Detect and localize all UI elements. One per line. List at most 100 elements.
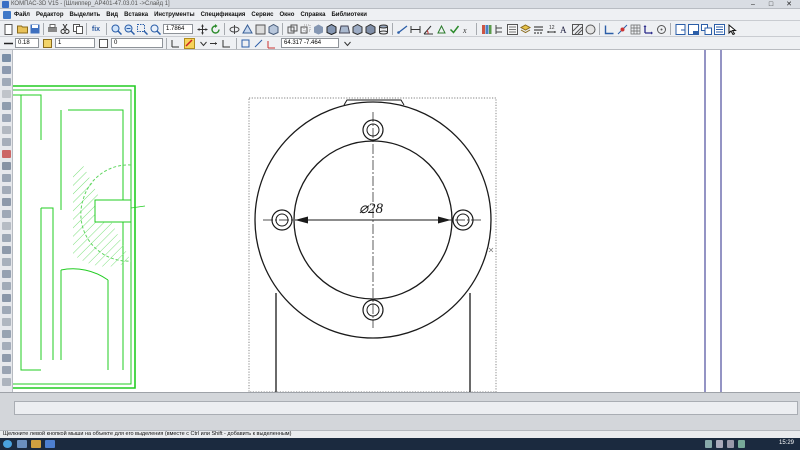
box-3d-icon[interactable]	[364, 23, 376, 35]
cursor-coords-icon[interactable]	[266, 38, 277, 49]
spec-panel-icon[interactable]	[2, 138, 11, 146]
color-icon[interactable]	[584, 23, 596, 35]
close-button[interactable]: ✕	[780, 0, 798, 8]
ortho-icon[interactable]	[221, 38, 232, 49]
zoom-window-icon[interactable]	[136, 23, 148, 35]
style-field[interactable]: 0.18	[15, 38, 39, 48]
notation-panel-icon[interactable]	[2, 78, 11, 86]
arc-tool-icon[interactable]	[2, 210, 11, 218]
variables-icon[interactable]: x	[461, 23, 473, 35]
cylinder-icon[interactable]	[377, 23, 389, 35]
reports-panel-icon[interactable]	[2, 150, 11, 158]
cursor-step-icon[interactable]	[208, 38, 219, 49]
polygon-tool-icon[interactable]	[2, 258, 11, 266]
dimensions-panel-icon[interactable]	[2, 66, 11, 74]
help-pointer-icon[interactable]	[726, 23, 738, 35]
tray-sound-icon[interactable]	[716, 440, 723, 448]
parametrization-panel-icon[interactable]	[2, 102, 11, 110]
menu-help[interactable]: Справка	[300, 12, 325, 18]
cursor-coordinates-field[interactable]: 64.317 -7.464	[281, 38, 339, 48]
document-menu-icon[interactable]	[3, 10, 11, 19]
snap-settings-icon[interactable]	[184, 38, 195, 49]
view-iso-icon[interactable]	[267, 23, 279, 35]
fillet-tool-icon[interactable]	[2, 282, 11, 290]
new-document-icon[interactable]	[3, 23, 15, 35]
insert-panel-icon[interactable]	[2, 162, 11, 170]
contour-tool-icon[interactable]	[2, 306, 11, 314]
drawing-canvas[interactable]: ⌀28	[13, 50, 800, 392]
layer-field[interactable]: 1	[55, 38, 95, 48]
menu-service[interactable]: Сервис	[251, 12, 273, 18]
state-field[interactable]: 0	[111, 38, 163, 48]
edit-panel-icon[interactable]	[2, 90, 11, 98]
perspective-icon[interactable]	[338, 23, 350, 35]
sheet-icon[interactable]	[674, 23, 686, 35]
menu-window[interactable]: Окно	[279, 12, 294, 18]
taskbar-app-folder-icon[interactable]	[31, 440, 41, 448]
zoom-factor-field[interactable]: 1.7864	[163, 24, 193, 34]
cut-icon[interactable]	[59, 23, 71, 35]
local-cs-icon[interactable]	[642, 23, 654, 35]
circle-tool-icon[interactable]	[2, 198, 11, 206]
ortho-mode-icon[interactable]	[603, 23, 615, 35]
distance-icon[interactable]	[409, 23, 421, 35]
menu-insert[interactable]: Вставка	[124, 12, 148, 18]
round-coords-icon[interactable]	[655, 23, 667, 35]
menu-select[interactable]: Выделить	[70, 12, 101, 18]
shaded-edges-icon[interactable]	[325, 23, 337, 35]
dimension-style-icon[interactable]: 12	[545, 23, 557, 35]
tree-icon[interactable]	[493, 23, 505, 35]
section-view-icon[interactable]	[351, 23, 363, 35]
taskbar-app-explorer-icon[interactable]	[17, 440, 27, 448]
properties-panel-content[interactable]	[14, 401, 798, 415]
snap-icon[interactable]	[616, 23, 628, 35]
start-button[interactable]	[3, 440, 12, 448]
rectangle-tool-icon[interactable]	[2, 246, 11, 254]
mass-properties-icon[interactable]	[435, 23, 447, 35]
angle-icon[interactable]	[422, 23, 434, 35]
side-view-selected[interactable]	[13, 85, 146, 389]
zoom-in-icon[interactable]	[110, 23, 122, 35]
pan-icon[interactable]	[196, 23, 208, 35]
rotate-view-icon[interactable]	[228, 23, 240, 35]
measure-icon[interactable]	[396, 23, 408, 35]
constraint-icon[interactable]	[253, 38, 264, 49]
equidistant-tool-icon[interactable]	[2, 330, 11, 338]
coords-dropdown-icon[interactable]	[342, 38, 353, 49]
chamfer-tool-icon[interactable]	[2, 270, 11, 278]
ellipse-tool-icon[interactable]	[2, 222, 11, 230]
geometry-panel-icon[interactable]	[2, 54, 11, 62]
maximize-button[interactable]: □	[762, 0, 780, 8]
text-style-icon[interactable]: A	[558, 23, 570, 35]
point-tool-icon[interactable]	[2, 174, 11, 182]
zoom-out-icon[interactable]	[123, 23, 135, 35]
print-icon[interactable]	[46, 23, 58, 35]
tray-power-icon[interactable]	[738, 440, 745, 448]
copy-icon[interactable]	[72, 23, 84, 35]
save-icon[interactable]	[29, 23, 41, 35]
select-panel-icon[interactable]	[2, 126, 11, 134]
collection-tool-icon[interactable]	[2, 342, 11, 350]
tray-flag-icon[interactable]	[727, 440, 734, 448]
hatch-tool-icon[interactable]	[2, 294, 11, 302]
menu-view[interactable]: Вид	[106, 12, 118, 18]
diameter-dimension[interactable]: ⌀28	[295, 201, 451, 224]
minimize-button[interactable]: –	[744, 0, 762, 8]
refresh-icon[interactable]	[209, 23, 221, 35]
axis-tool-icon[interactable]	[2, 354, 11, 362]
layers-icon[interactable]	[519, 23, 531, 35]
orientation-icon[interactable]	[241, 23, 253, 35]
menu-file[interactable]: Файл	[14, 12, 30, 18]
hatch-style-icon[interactable]	[571, 23, 583, 35]
line-style-icon[interactable]	[3, 38, 14, 49]
properties-icon[interactable]	[506, 23, 518, 35]
zoom-extents-button[interactable]: fix	[90, 23, 102, 35]
tray-network-icon[interactable]	[705, 440, 712, 448]
format-icon[interactable]	[687, 23, 699, 35]
check-icon[interactable]	[448, 23, 460, 35]
shaded-icon[interactable]	[312, 23, 324, 35]
open-folder-icon[interactable]	[16, 23, 28, 35]
menu-libraries[interactable]: Библиотеки	[331, 12, 367, 18]
layer-manager-icon[interactable]	[713, 23, 725, 35]
line-tool-icon[interactable]	[2, 186, 11, 194]
